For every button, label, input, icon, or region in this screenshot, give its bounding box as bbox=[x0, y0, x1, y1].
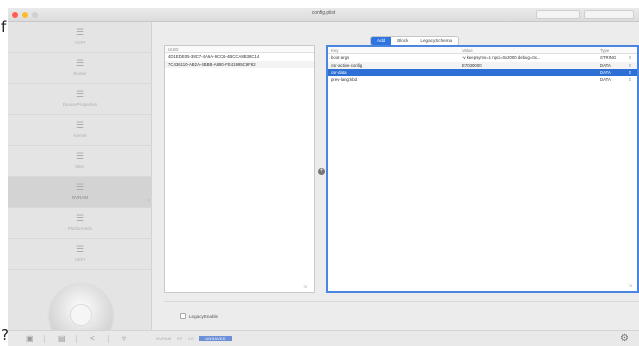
sidebar-item-label: DeviceProperties bbox=[62, 102, 98, 107]
row-type[interactable]: STRING bbox=[600, 54, 626, 61]
legacy-enable-checkbox[interactable] bbox=[180, 313, 186, 319]
type-stepper-icon[interactable]: ⇕ bbox=[628, 62, 636, 69]
legacy-enable-label: LegacyEnable bbox=[189, 313, 219, 319]
status-item: NVRAM bbox=[156, 336, 172, 341]
sidebar-item-kernel[interactable]: ☰ Kernel bbox=[8, 115, 152, 146]
sidebar-item-acpi[interactable]: ☰ ACPI bbox=[8, 22, 152, 53]
tab-add[interactable]: Add bbox=[371, 37, 392, 45]
sidebar-item-uefi[interactable]: ☰ UEFI bbox=[8, 239, 152, 270]
sidebar: ☰ ACPI ☰ Booter ☰ DeviceProperties ☰ Ker… bbox=[8, 22, 152, 346]
list-icon: ☰ bbox=[75, 213, 85, 223]
list-icon: ☰ bbox=[75, 151, 85, 161]
stray-glyph-top: f bbox=[1, 18, 7, 36]
divider bbox=[108, 335, 109, 343]
type-stepper-icon[interactable]: ⇕ bbox=[628, 76, 636, 83]
toolbar-button-1[interactable] bbox=[536, 10, 580, 19]
uuid-row[interactable]: 7C436110-AB2A-4BBB-A880-FE41995C9F82 bbox=[165, 60, 314, 68]
row-type[interactable]: DATA bbox=[600, 69, 626, 76]
sidebar-item-label: UEFI bbox=[74, 257, 86, 262]
row-key[interactable]: prev-lang:kbd bbox=[331, 76, 459, 83]
sidebar-item-label: Booter bbox=[73, 71, 87, 76]
status-item: XP bbox=[176, 336, 183, 341]
list-icon: ☰ bbox=[75, 182, 85, 192]
table-header: Key Value Type bbox=[328, 47, 637, 55]
add-entry-button[interactable]: + bbox=[318, 168, 325, 175]
row-key[interactable]: csr-data bbox=[331, 69, 459, 76]
knob-center bbox=[70, 304, 92, 326]
gear-icon[interactable]: ⚙ bbox=[620, 333, 629, 344]
uuid-list: UUID 4D1EDE05-38C7-4A6A-9CC6-4BCCA8B38C1… bbox=[164, 45, 315, 293]
sidebar-item-nvram[interactable]: ☰ NVRAM bbox=[8, 177, 152, 208]
row-key[interactable]: boot-args bbox=[331, 54, 459, 61]
sidebar-collapse-handle[interactable]: ‹ bbox=[148, 198, 150, 204]
sidebar-item-label: ACPI bbox=[74, 40, 86, 45]
title-bar: config.plist bbox=[8, 8, 639, 22]
key-column-header[interactable]: Key bbox=[331, 47, 459, 53]
sidebar-item-booter[interactable]: ☰ Booter bbox=[8, 53, 152, 84]
status-item: XG bbox=[187, 336, 195, 341]
row-value[interactable]: E7030000 bbox=[462, 62, 597, 69]
uuid-column-header: UUID bbox=[165, 46, 314, 54]
list-icon: ☰ bbox=[75, 120, 85, 130]
document-icon[interactable]: ▤ bbox=[58, 334, 66, 343]
type-column-header[interactable]: Type bbox=[600, 47, 626, 53]
list-icon: ☰ bbox=[75, 244, 85, 254]
uuid-row[interactable]: 4D1EDE05-38C7-4A6A-9CC6-4BCCA8B38C14 bbox=[165, 53, 314, 60]
row-type[interactable]: DATA bbox=[600, 76, 626, 83]
list-icon: ☰ bbox=[75, 89, 85, 99]
divider bbox=[44, 335, 45, 343]
status-unsaved-badge: UNSAVED bbox=[199, 336, 232, 341]
toolbar-button-2[interactable] bbox=[584, 10, 634, 19]
sidebar-item-misc[interactable]: ☰ Misc bbox=[8, 146, 152, 177]
sidebar-item-deviceproperties[interactable]: ☰ DeviceProperties bbox=[8, 84, 152, 115]
value-column-header[interactable]: Value bbox=[462, 47, 597, 53]
trash-icon[interactable]: ▿ bbox=[122, 334, 126, 343]
status-text: NVRAM XP XG UNSAVED bbox=[156, 336, 236, 341]
bottom-toolbar: ▣ ▤ < ▿ NVRAM XP XG UNSAVED ⚙ bbox=[8, 330, 639, 346]
row-type[interactable]: DATA bbox=[600, 62, 626, 69]
sidebar-item-platforminfo[interactable]: ☰ PlatformInfo bbox=[8, 208, 152, 239]
row-key[interactable]: csr-active-config bbox=[331, 62, 459, 69]
divider bbox=[76, 335, 77, 343]
sidebar-item-label: Kernel bbox=[73, 133, 87, 138]
sidebar-item-label: PlatformInfo bbox=[67, 226, 93, 231]
app-window: config.plist ☰ ACPI ☰ Booter ☰ DevicePro… bbox=[8, 8, 639, 346]
table-row[interactable]: prev-lang:kbd DATA ⇕ bbox=[328, 76, 637, 83]
legacy-enable-option[interactable]: LegacyEnable bbox=[180, 313, 218, 319]
resize-handle-icon[interactable]: ⇲ bbox=[303, 284, 307, 290]
share-icon[interactable]: < bbox=[90, 334, 95, 343]
row-value[interactable]: -v keepsyms=1 npci=0x2000 debug=0x... bbox=[462, 54, 597, 61]
table-row-selected[interactable]: csr-data DATA ⇕ bbox=[328, 68, 637, 77]
type-stepper-icon[interactable]: ⇕ bbox=[628, 69, 636, 76]
divider bbox=[164, 301, 639, 302]
table-row[interactable]: boot-args -v keepsyms=1 npci=0x2000 debu… bbox=[328, 54, 637, 61]
nvram-table: Key Value Type boot-args -v keepsyms=1 n… bbox=[326, 45, 639, 293]
tab-block[interactable]: Block bbox=[391, 37, 414, 45]
type-stepper-icon[interactable]: ⇕ bbox=[628, 54, 636, 61]
list-icon: ☰ bbox=[75, 27, 85, 37]
sidebar-item-label: NVRAM bbox=[71, 195, 89, 200]
table-row[interactable]: csr-active-config E7030000 DATA ⇕ bbox=[328, 61, 637, 69]
tab-legacyschema[interactable]: LegacySchema bbox=[414, 37, 458, 45]
resize-handle-icon[interactable]: ⇲ bbox=[628, 283, 632, 289]
list-icon: ☰ bbox=[75, 58, 85, 68]
open-file-icon[interactable]: ▣ bbox=[26, 334, 34, 343]
sidebar-item-label: Misc bbox=[75, 164, 85, 169]
